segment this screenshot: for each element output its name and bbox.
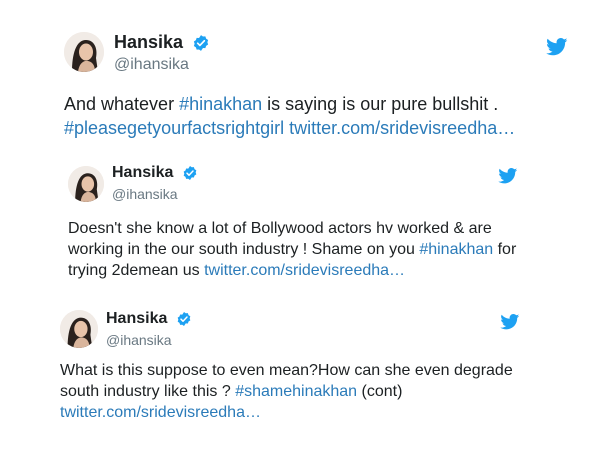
avatar-image: [64, 32, 104, 72]
tweet-card: Hansika @ihansika What is this suppose t…: [48, 296, 538, 436]
avatar[interactable]: [68, 166, 104, 202]
tweet-card: Hansika @ihansika Doesn't she know a lot…: [56, 150, 532, 286]
tweet-text-line: Doesn't she know a lot of Bollywood acto…: [68, 220, 492, 238]
twitter-bird-icon[interactable]: [498, 168, 518, 184]
twitter-bird-icon[interactable]: [546, 38, 568, 56]
user-name-text[interactable]: Hansika: [106, 310, 167, 327]
hashtag-link[interactable]: #shamehinakhan: [235, 383, 357, 400]
tweet-text-line: #pleasegetyourfactsrightgirl twitter.com…: [64, 118, 515, 139]
user-handle[interactable]: @ihansika: [114, 56, 189, 74]
tweet-text-line: trying 2demean us twitter.com/sridevisre…: [68, 262, 405, 280]
text-segment: south industry like this ?: [60, 383, 236, 400]
user-name-text[interactable]: Hansika: [114, 32, 183, 52]
avatar-image: [60, 310, 98, 348]
text-segment: (cont): [357, 383, 403, 400]
url-link[interactable]: twitter.com/sridevisreedha…: [289, 118, 515, 138]
tweet-text-line: And whatever #hinakhan is saying is our …: [64, 94, 498, 115]
text-segment: for: [493, 241, 517, 258]
text-segment: And whatever: [64, 94, 180, 114]
avatar[interactable]: [64, 32, 104, 72]
tweet-text-line: south industry like this ? #shamehinakha…: [60, 383, 402, 401]
user-handle[interactable]: @ihansika: [112, 186, 178, 202]
user-name[interactable]: Hansika: [114, 32, 210, 53]
text-segment: trying 2demean us: [68, 262, 205, 279]
user-name[interactable]: Hansika: [106, 310, 192, 328]
url-link[interactable]: twitter.com/sridevisreedha…: [204, 262, 405, 279]
tweet-text-line: What is this suppose to even mean?How ca…: [60, 362, 513, 380]
tweet-text-line: working in the our south industry ! Sham…: [68, 241, 516, 259]
user-name[interactable]: Hansika: [112, 164, 198, 182]
user-name-text[interactable]: Hansika: [112, 164, 173, 181]
verified-badge-icon: [183, 165, 197, 180]
twitter-bird-icon[interactable]: [500, 314, 520, 330]
text-segment: Doesn't she know a lot of Bollywood acto…: [68, 220, 492, 237]
tweet-card: Hansika @ihansika And whatever #hinakhan…: [48, 18, 578, 150]
text-segment: What is this suppose to even mean?How ca…: [60, 362, 513, 379]
hashtag-link[interactable]: #hinakhan: [179, 94, 262, 114]
verified-badge-icon: [193, 35, 209, 52]
tweet-text-line: twitter.com/sridevisreedha…: [60, 404, 261, 422]
hashtag-link[interactable]: #pleasegetyourfactsrightgirl: [64, 118, 284, 138]
user-handle[interactable]: @ihansika: [106, 332, 172, 348]
text-segment: is saying is our pure bullshit .: [262, 94, 499, 114]
hashtag-link[interactable]: #hinakhan: [419, 241, 493, 258]
verified-badge-icon: [177, 311, 191, 326]
avatar-image: [68, 166, 104, 202]
url-link[interactable]: twitter.com/sridevisreedha…: [60, 404, 261, 421]
avatar[interactable]: [60, 310, 98, 348]
text-segment: working in the our south industry ! Sham…: [68, 241, 420, 258]
